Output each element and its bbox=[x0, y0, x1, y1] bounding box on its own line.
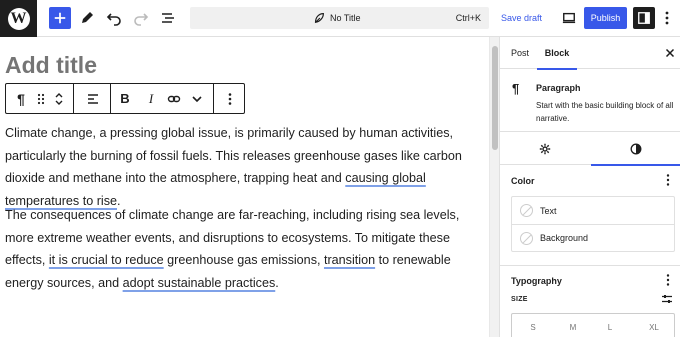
wordpress-logo-icon: W bbox=[7, 7, 30, 30]
post-title-input[interactable]: Add title bbox=[5, 52, 97, 79]
drag-handle[interactable] bbox=[34, 84, 48, 113]
editor-scrollbar[interactable] bbox=[489, 37, 499, 337]
settings-toggle-button[interactable] bbox=[633, 7, 655, 29]
color-options-button[interactable] bbox=[663, 173, 673, 187]
preview-button[interactable] bbox=[560, 7, 578, 29]
more-vertical-icon bbox=[228, 92, 232, 105]
pencil-icon bbox=[82, 12, 93, 23]
drag-handle-icon bbox=[37, 93, 45, 104]
paragraph-block[interactable]: Climate change, a pressing global issue,… bbox=[5, 122, 485, 213]
inline-link[interactable]: it is crucial to reduce bbox=[49, 253, 164, 267]
font-size-picker: S M L XL bbox=[511, 313, 675, 337]
more-vertical-icon bbox=[665, 11, 669, 25]
paragraph-text: . bbox=[275, 276, 279, 291]
text-color-label: Text bbox=[540, 205, 557, 216]
plus-icon bbox=[54, 12, 66, 24]
background-color-item[interactable]: Background bbox=[512, 224, 674, 251]
block-card: ¶ Paragraph Start with the basic buildin… bbox=[500, 69, 680, 131]
settings-sidebar: Post Block ¶ Paragraph Start with the ba… bbox=[499, 37, 680, 337]
font-size-option-xl[interactable]: XL bbox=[638, 314, 670, 337]
empty-color-swatch-icon bbox=[520, 204, 533, 217]
font-size-option-s[interactable]: S bbox=[517, 314, 549, 337]
panel-divider bbox=[500, 265, 680, 266]
tab-settings[interactable] bbox=[500, 132, 590, 165]
publish-button[interactable]: Publish bbox=[584, 7, 627, 29]
undo-icon bbox=[106, 13, 121, 26]
tab-styles[interactable] bbox=[591, 132, 680, 166]
color-settings-group: Text Background bbox=[511, 196, 675, 252]
block-type-button[interactable]: ¶ bbox=[10, 84, 32, 113]
options-button[interactable] bbox=[660, 7, 674, 29]
chevron-down-icon[interactable] bbox=[54, 99, 64, 107]
undo-button[interactable] bbox=[103, 7, 125, 29]
scrollbar-thumb[interactable] bbox=[492, 46, 498, 150]
redo-icon bbox=[134, 13, 149, 26]
text-color-item[interactable]: Text bbox=[512, 197, 674, 224]
more-vertical-icon bbox=[666, 174, 670, 186]
tools-button[interactable] bbox=[76, 7, 98, 29]
chevron-down-icon bbox=[192, 95, 202, 102]
toolbar-divider bbox=[73, 84, 74, 113]
bold-button[interactable]: B bbox=[116, 84, 134, 113]
document-overview-button[interactable] bbox=[157, 7, 179, 29]
paragraph-block[interactable]: The consequences of climate change are f… bbox=[5, 204, 485, 295]
background-color-label: Background bbox=[540, 233, 589, 243]
block-inspector-tabs bbox=[500, 131, 680, 166]
block-toolbar: ¶ B I bbox=[5, 83, 245, 114]
command-palette-bar[interactable]: No Title Ctrl+K bbox=[190, 7, 489, 29]
gear-icon bbox=[539, 143, 551, 154]
more-vertical-icon bbox=[666, 274, 670, 286]
save-draft-button[interactable]: Save draft bbox=[501, 7, 542, 29]
align-left-icon bbox=[88, 93, 98, 104]
link-icon bbox=[167, 95, 181, 102]
keyboard-shortcut: Ctrl+K bbox=[455, 13, 481, 23]
font-size-option-m[interactable]: M bbox=[557, 314, 589, 337]
settings-panel-icon bbox=[638, 12, 650, 24]
more-rich-text-button[interactable] bbox=[188, 84, 206, 113]
sidebar-tabs: Post Block bbox=[500, 37, 680, 70]
tab-block[interactable]: Block bbox=[537, 37, 577, 70]
desktop-preview-icon bbox=[562, 12, 576, 24]
close-icon[interactable] bbox=[664, 47, 676, 59]
document-title: No Title bbox=[330, 13, 361, 23]
typography-options-button[interactable] bbox=[663, 273, 673, 287]
link-button[interactable] bbox=[163, 84, 185, 113]
block-options-button[interactable] bbox=[221, 84, 239, 113]
paragraph-text: greenhouse gas emissions, bbox=[163, 253, 324, 268]
redo-button[interactable] bbox=[130, 7, 152, 29]
list-view-icon bbox=[162, 13, 174, 23]
contrast-icon bbox=[630, 143, 642, 154]
italic-button[interactable]: I bbox=[142, 84, 160, 113]
tab-post[interactable]: Post bbox=[511, 37, 529, 69]
toolbar-divider bbox=[110, 84, 111, 113]
font-size-label: SIZE bbox=[511, 296, 528, 303]
block-description: Start with the basic building block of a… bbox=[536, 101, 674, 123]
move-buttons[interactable] bbox=[52, 84, 66, 113]
custom-size-settings-icon[interactable] bbox=[661, 293, 673, 305]
feather-icon bbox=[314, 13, 324, 24]
editor-header: W No Title Ctrl+K Save draft Publish bbox=[0, 0, 680, 37]
color-panel-title: Color bbox=[511, 176, 535, 186]
typography-panel-title: Typography bbox=[511, 276, 562, 286]
block-name: Paragraph bbox=[536, 83, 581, 93]
pilcrow-icon: ¶ bbox=[17, 90, 25, 107]
empty-color-swatch-icon bbox=[520, 231, 533, 245]
paragraph-icon: ¶ bbox=[512, 81, 520, 96]
block-inserter-button[interactable] bbox=[49, 7, 71, 29]
chevron-up-icon[interactable] bbox=[54, 91, 64, 99]
toolbar-divider bbox=[213, 84, 214, 113]
wordpress-logo-button[interactable]: W bbox=[0, 0, 37, 37]
align-text-button[interactable] bbox=[82, 84, 104, 113]
inline-link[interactable]: adopt sustainable practices bbox=[123, 276, 276, 290]
font-size-option-l[interactable]: L bbox=[594, 314, 626, 337]
inline-link[interactable]: transition bbox=[324, 253, 375, 267]
